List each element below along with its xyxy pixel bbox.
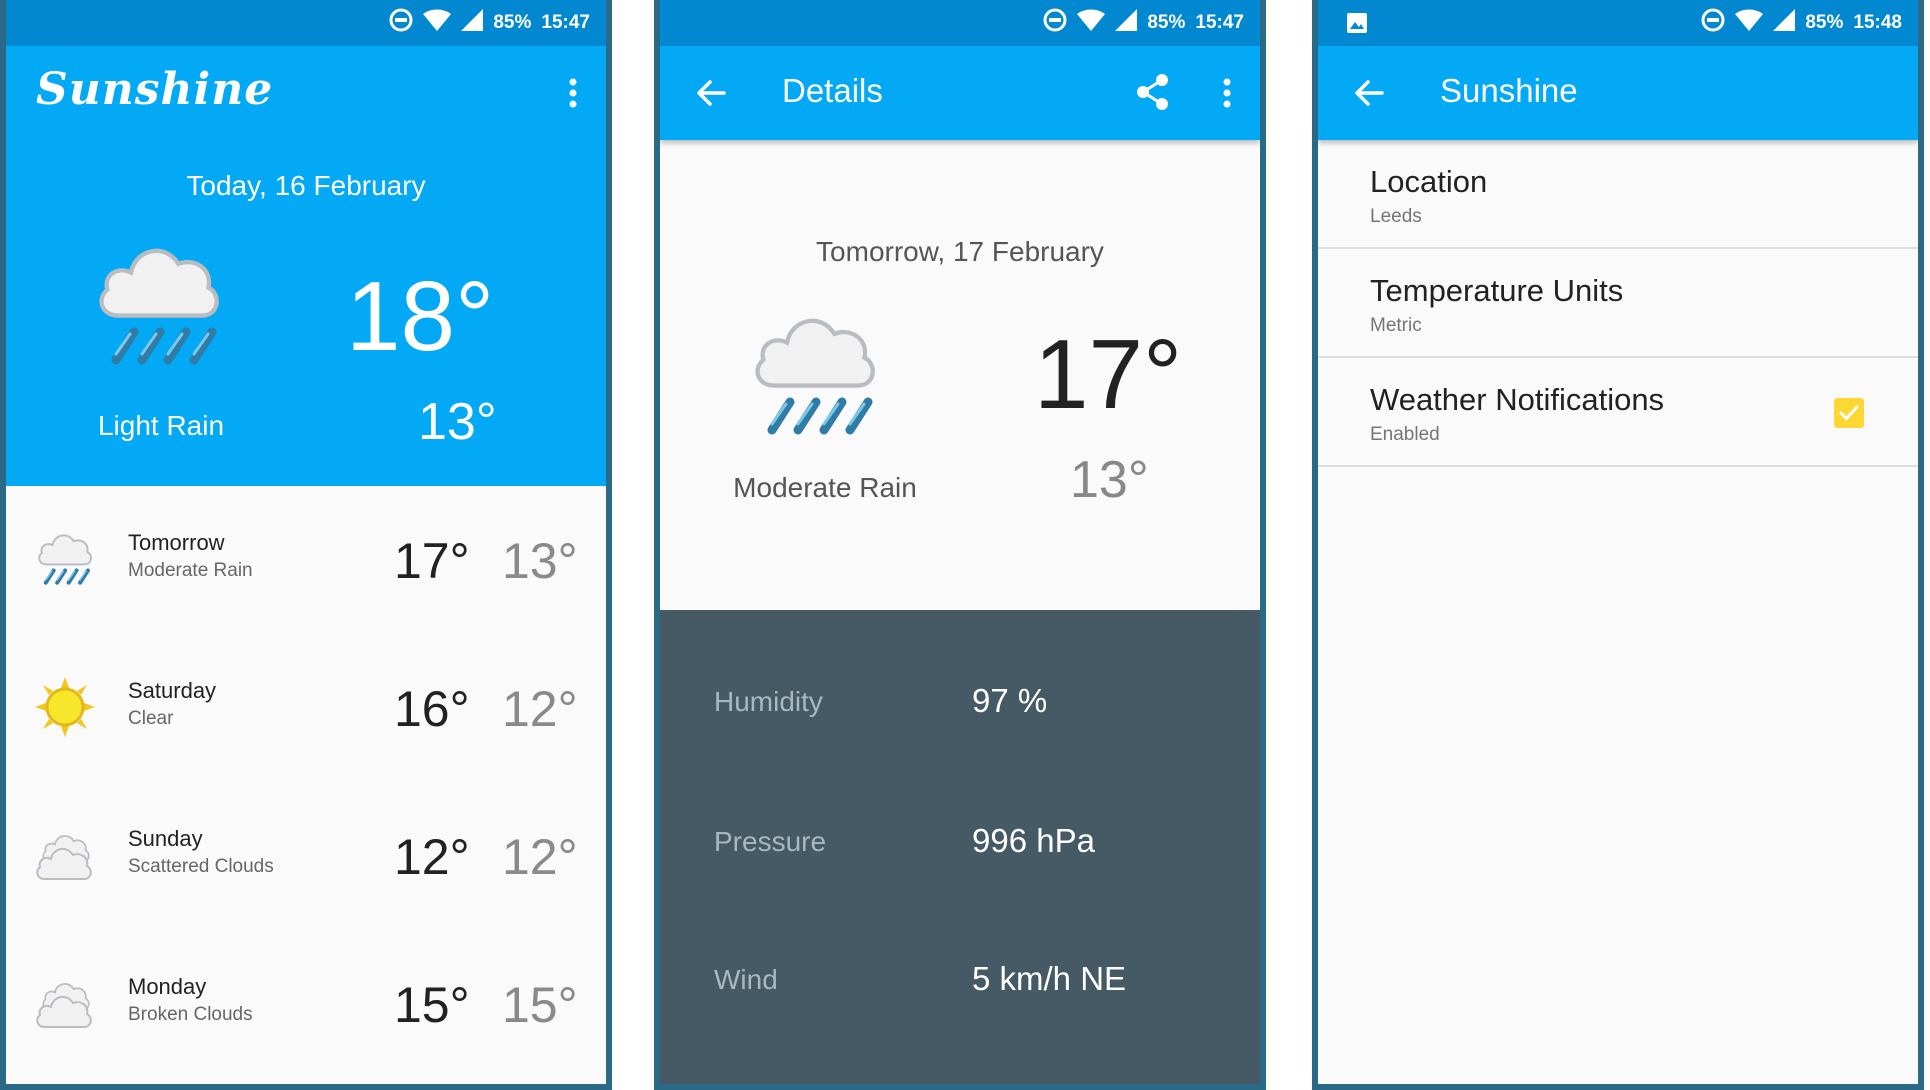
forecast-low-temp: 13° xyxy=(502,533,578,589)
page-title: Sunshine xyxy=(1440,72,1578,109)
humidity-value: 97 % xyxy=(972,682,1048,719)
today-description: Light Rain xyxy=(97,410,225,441)
sun-icon xyxy=(34,676,96,743)
do-not-disturb-icon xyxy=(1043,8,1067,38)
pref-summary: Metric xyxy=(1370,315,1422,336)
checkmark-icon xyxy=(1839,405,1859,420)
clouds-icon xyxy=(34,824,96,891)
pressure-label: Pressure xyxy=(714,826,827,857)
wind-label: Wind xyxy=(714,964,778,995)
detail-summary: Tomorrow, 17 February Moderate Rain 17° … xyxy=(660,140,1260,610)
back-arrow-icon[interactable] xyxy=(1352,76,1386,110)
today-card[interactable]: Today, 16 February Light Rain 18° 13° xyxy=(6,140,606,486)
back-arrow-icon[interactable] xyxy=(694,76,728,110)
forecast-low-temp: 12° xyxy=(502,681,578,737)
notifications-checkbox[interactable] xyxy=(1834,398,1864,428)
pref-summary: Enabled xyxy=(1370,424,1440,445)
detail-low-temp: 13° xyxy=(1070,451,1149,509)
wifi-icon xyxy=(1077,9,1106,37)
forecast-list: Tomorrow Moderate Rain 17° 13° Saturday … xyxy=(6,486,606,1078)
battery-level: 85% xyxy=(1147,12,1186,33)
pref-temperature-units[interactable]: Temperature Units Metric xyxy=(1318,249,1918,358)
details-screen: 85% 15:47 Details Tomorrow, 17 February xyxy=(654,0,1266,1090)
detail-extras-panel: Humidity 97 % Pressure 996 hPa Wind 5 km… xyxy=(660,610,1260,1084)
today-low-temp: 13° xyxy=(418,393,497,451)
pref-location[interactable]: Location Leeds xyxy=(1318,140,1918,249)
forecast-description: Moderate Rain xyxy=(128,560,253,581)
clock: 15:48 xyxy=(1853,12,1902,33)
forecast-description: Clear xyxy=(128,708,174,729)
light-rain-icon xyxy=(86,236,236,391)
main-screen: 85% 15:47 Sunshine Today, 16 February Li… xyxy=(0,0,612,1090)
forecast-day: Sunday xyxy=(128,826,203,851)
forecast-row[interactable]: Saturday Clear 16° 12° xyxy=(6,634,606,782)
page-title: Details xyxy=(782,72,883,109)
do-not-disturb-icon xyxy=(389,8,413,38)
detail-description: Moderate Rain xyxy=(733,472,917,503)
pref-weather-notifications[interactable]: Weather Notifications Enabled xyxy=(1318,358,1918,467)
app-bar: Sunshine xyxy=(1318,46,1918,140)
image-notification-icon xyxy=(1346,12,1368,40)
forecast-day: Saturday xyxy=(128,678,217,703)
clock: 15:47 xyxy=(1195,12,1244,33)
pref-title: Temperature Units xyxy=(1370,273,1624,308)
signal-icon xyxy=(1115,9,1138,37)
app-bar: Details xyxy=(660,46,1260,140)
pressure-value: 996 hPa xyxy=(972,822,1095,859)
today-high-temp: 18° xyxy=(346,261,495,371)
forecast-row[interactable]: Monday Broken Clouds 15° 15° xyxy=(6,930,606,1078)
wifi-icon xyxy=(1735,9,1764,37)
clouds-icon xyxy=(34,972,96,1039)
rain-icon xyxy=(34,528,96,595)
detail-high-temp: 17° xyxy=(1034,319,1183,429)
forecast-low-temp: 12° xyxy=(502,829,578,885)
status-bar: 85% 15:47 xyxy=(660,0,1260,46)
overflow-menu-button[interactable] xyxy=(566,74,580,112)
today-date: Today, 16 February xyxy=(186,170,426,201)
forecast-description: Scattered Clouds xyxy=(128,856,274,877)
clock: 15:47 xyxy=(541,12,590,33)
humidity-label: Humidity xyxy=(714,686,823,717)
forecast-high-temp: 12° xyxy=(394,829,470,885)
overflow-menu-button[interactable] xyxy=(1220,74,1234,112)
rain-icon xyxy=(742,306,892,461)
status-bar: 85% 15:48 xyxy=(1318,0,1918,46)
battery-level: 85% xyxy=(1805,12,1844,33)
app-logo: Sunshine xyxy=(36,64,274,115)
signal-icon xyxy=(461,9,484,37)
app-bar: Sunshine xyxy=(6,46,606,140)
do-not-disturb-icon xyxy=(1701,8,1725,38)
forecast-day: Tomorrow xyxy=(128,530,225,555)
forecast-high-temp: 15° xyxy=(394,977,470,1033)
share-icon[interactable] xyxy=(1134,72,1172,112)
detail-date: Tomorrow, 17 February xyxy=(816,236,1104,267)
forecast-description: Broken Clouds xyxy=(128,1004,253,1025)
status-bar: 85% 15:47 xyxy=(6,0,606,46)
forecast-high-temp: 17° xyxy=(394,533,470,589)
wifi-icon xyxy=(423,9,452,37)
pref-title: Weather Notifications xyxy=(1370,382,1665,417)
pref-title: Location xyxy=(1370,164,1488,199)
settings-screen: 85% 15:48 Sunshine Location Leeds Temper… xyxy=(1312,0,1924,1090)
forecast-day: Monday xyxy=(128,974,207,999)
forecast-high-temp: 16° xyxy=(394,681,470,737)
battery-level: 85% xyxy=(493,12,532,33)
pref-summary: Leeds xyxy=(1370,206,1422,227)
forecast-low-temp: 15° xyxy=(502,977,578,1033)
forecast-row[interactable]: Sunday Scattered Clouds 12° 12° xyxy=(6,782,606,930)
wind-value: 5 km/h NE xyxy=(972,960,1127,997)
signal-icon xyxy=(1773,9,1796,37)
forecast-row[interactable]: Tomorrow Moderate Rain 17° 13° xyxy=(6,486,606,634)
